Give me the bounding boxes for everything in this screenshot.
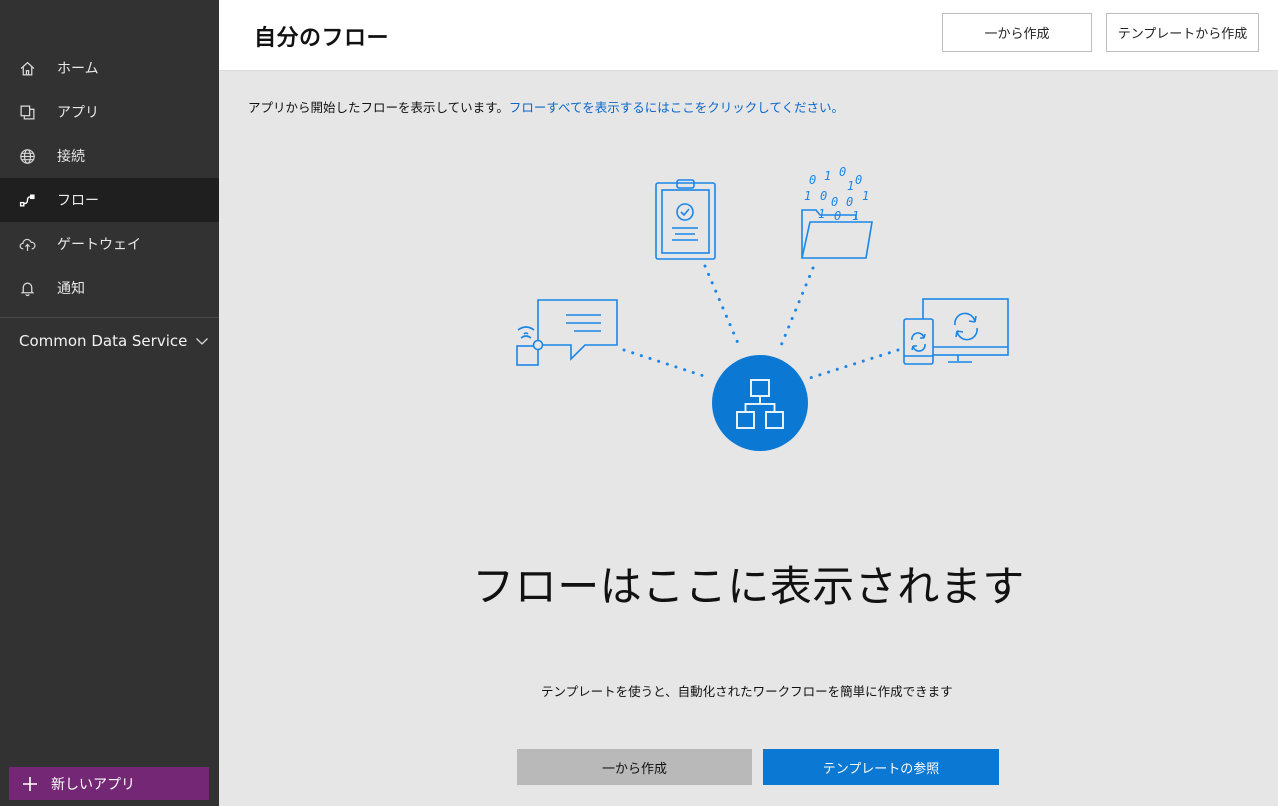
flow-icon: [18, 191, 36, 209]
sidebar-divider: [0, 317, 219, 318]
sidebar-item-label: アプリ: [57, 105, 99, 121]
filter-notice: アプリから開始したフローを表示しています。フローすべてを表示するにはここをクリッ…: [248, 97, 844, 116]
empty-state-subtitle: テンプレートを使うと、自動化されたワークフローを簡単に作成できます: [541, 684, 953, 699]
sidebar-item-label: 通知: [57, 281, 85, 297]
show-all-flows-link[interactable]: フローすべてを表示するにはここをクリックしてください。: [509, 100, 844, 115]
flows-illustration: 010 1 01 001 01 0 1: [516, 165, 1009, 451]
sidebar-item-label: ホーム: [57, 61, 99, 77]
svg-text:0: 0: [809, 173, 816, 187]
svg-text:0: 0: [846, 195, 853, 209]
sidebar-section-common-data-service[interactable]: Common Data Service: [0, 322, 219, 360]
svg-text:0: 0: [839, 165, 846, 179]
sidebar-item-flows[interactable]: フロー: [0, 178, 219, 222]
globe-icon: [18, 147, 36, 165]
cloud-upload-icon: [18, 235, 36, 253]
sidebar-nav: ホーム アプリ 接続 フロー ゲートウェイ 通知: [0, 46, 219, 310]
svg-text:1: 1: [852, 209, 859, 223]
chevron-down-icon: [196, 338, 208, 345]
sidebar-item-home[interactable]: ホーム: [0, 46, 219, 90]
home-icon: [18, 59, 36, 77]
svg-text:1: 1: [862, 189, 869, 203]
sidebar-item-connections[interactable]: 接続: [0, 134, 219, 178]
new-app-label: 新しいアプリ: [51, 776, 135, 793]
sidebar-item-notifications[interactable]: 通知: [0, 266, 219, 310]
svg-text:1: 1: [804, 189, 811, 203]
sidebar-section-label: Common Data Service: [19, 332, 188, 350]
sidebar-item-gateways[interactable]: ゲートウェイ: [0, 222, 219, 266]
devices-sync-icon: [903, 298, 1009, 365]
empty-state-title-text: フローはここに表示されます: [472, 562, 1025, 611]
flow-hub-icon: [712, 355, 808, 451]
start-blank-button[interactable]: 一から作成: [517, 749, 752, 785]
sidebar-item-label: 接続: [57, 149, 85, 165]
create-from-template-button[interactable]: テンプレートから作成: [1106, 13, 1259, 52]
chat-device-icon: [516, 299, 618, 366]
svg-text:0: 0: [834, 209, 841, 223]
svg-text:0: 0: [855, 173, 862, 187]
svg-text:1: 1: [818, 207, 825, 221]
svg-text:1: 1: [847, 179, 854, 193]
apps-icon: [18, 103, 36, 121]
notice-text: アプリから開始したフローを表示しています。: [248, 100, 509, 115]
browse-templates-button[interactable]: テンプレートの参照: [763, 749, 999, 785]
sidebar-item-label: ゲートウェイ: [57, 237, 141, 253]
empty-state-title: フローはここに表示されます: [0, 553, 1278, 614]
plus-icon: [23, 776, 37, 791]
folder-data-icon: 010 1 01 001 01 0 1: [801, 165, 873, 259]
page-header: 自分のフロー 一から作成 テンプレートから作成: [219, 0, 1278, 71]
svg-text:1: 1: [824, 169, 831, 183]
svg-text:0: 0: [831, 195, 838, 209]
bell-icon: [18, 279, 36, 297]
new-app-button[interactable]: 新しいアプリ: [9, 767, 209, 800]
sidebar-item-apps[interactable]: アプリ: [0, 90, 219, 134]
sidebar-item-label: フロー: [57, 193, 99, 209]
create-blank-button[interactable]: 一から作成: [942, 13, 1092, 52]
sidebar: ホーム アプリ 接続 フロー ゲートウェイ 通知 Common Data Ser…: [0, 0, 219, 806]
page-title: 自分のフロー: [254, 26, 390, 51]
svg-text:0: 0: [820, 189, 827, 203]
clipboard-icon: [655, 179, 716, 260]
